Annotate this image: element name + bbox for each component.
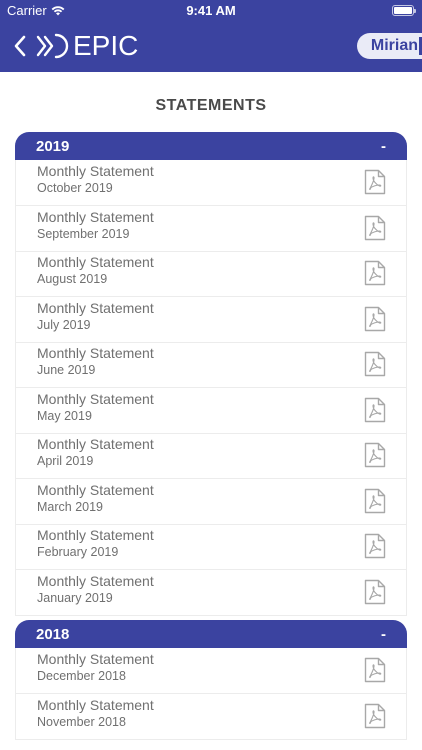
logo-text: EPIC <box>73 30 139 61</box>
pdf-file-icon[interactable] <box>364 351 386 377</box>
statement-row[interactable]: Monthly Statement November 2018 <box>15 694 407 740</box>
statement-title: Monthly Statement <box>37 527 154 543</box>
statement-row[interactable]: Monthly Statement August 2019 <box>15 251 407 297</box>
statement-date: September 2019 <box>37 227 130 241</box>
statement-row[interactable]: Monthly Statement December 2018 <box>15 648 407 694</box>
year-label: 2019 <box>36 137 70 155</box>
statement-row[interactable]: Monthly Statement June 2019 <box>15 342 407 388</box>
statement-title: Monthly Statement <box>37 254 154 270</box>
statement-title: Monthly Statement <box>37 345 154 361</box>
pdf-file-icon[interactable] <box>364 533 386 559</box>
statement-row[interactable]: Monthly Statement February 2019 <box>15 524 407 570</box>
statement-row[interactable]: Monthly Statement January 2019 <box>15 570 407 616</box>
nav-bar: EPIC Mirian <box>0 28 422 64</box>
pdf-file-icon[interactable] <box>364 397 386 423</box>
user-name-button[interactable]: Mirian <box>356 33 422 59</box>
statement-date: June 2019 <box>37 363 96 377</box>
pdf-file-icon[interactable] <box>364 703 386 729</box>
statement-row[interactable]: Monthly Statement September 2019 <box>15 206 407 252</box>
statement-date: April 2019 <box>37 454 94 468</box>
chevron-left-icon <box>14 35 26 57</box>
back-button[interactable] <box>8 32 32 60</box>
statement-title: Monthly Statement <box>37 300 154 316</box>
epic-logo-mark-icon <box>36 33 69 59</box>
status-bar: Carrier 9:41 AM <box>0 0 422 22</box>
statement-title: Monthly Statement <box>37 697 154 713</box>
statement-date: August 2019 <box>37 272 108 286</box>
pdf-file-icon[interactable] <box>364 488 386 514</box>
statement-date: November 2018 <box>37 715 126 729</box>
battery-icon <box>392 5 416 16</box>
statement-title: Monthly Statement <box>37 651 154 667</box>
pdf-file-icon[interactable] <box>364 442 386 468</box>
statement-row[interactable]: Monthly Statement May 2019 <box>15 388 407 434</box>
pdf-file-icon[interactable] <box>364 215 386 241</box>
statement-date: February 2019 <box>37 545 119 559</box>
statement-row[interactable]: Monthly Statement April 2019 <box>15 433 407 479</box>
status-time: 9:41 AM <box>186 3 236 18</box>
collapse-toggle[interactable]: - <box>381 138 386 155</box>
battery-level <box>394 7 412 14</box>
statement-date: January 2019 <box>37 591 113 605</box>
epic-logo: EPIC <box>36 31 138 61</box>
collapse-toggle[interactable]: - <box>381 626 386 643</box>
pdf-file-icon[interactable] <box>364 169 386 195</box>
statement-date: July 2019 <box>37 318 91 332</box>
year-label: 2018 <box>36 625 70 643</box>
statement-title: Monthly Statement <box>37 209 154 225</box>
pdf-file-icon[interactable] <box>364 260 386 286</box>
statement-date: March 2019 <box>37 500 104 514</box>
page-title: STATEMENTS <box>155 97 267 114</box>
app-header: Carrier 9:41 AM EPIC Mirian <box>0 0 422 72</box>
pdf-file-icon[interactable] <box>364 657 386 683</box>
statement-date: December 2018 <box>37 669 126 683</box>
statement-date: October 2019 <box>37 181 113 195</box>
statement-title: Monthly Statement <box>37 482 154 498</box>
statement-date: May 2019 <box>37 409 92 423</box>
statement-title: Monthly Statement <box>37 163 154 179</box>
pdf-file-icon[interactable] <box>364 579 386 605</box>
statement-title: Monthly Statement <box>37 391 154 407</box>
statement-row[interactable]: Monthly Statement March 2019 <box>15 479 407 525</box>
statement-title: Monthly Statement <box>37 436 154 452</box>
year-header-2019[interactable]: 2019 - <box>15 132 407 160</box>
year-header-2018[interactable]: 2018 - <box>15 620 407 648</box>
pdf-file-icon[interactable] <box>364 306 386 332</box>
statement-title: Monthly Statement <box>37 573 154 589</box>
statement-row[interactable]: Monthly Statement October 2019 <box>15 160 407 206</box>
statement-row[interactable]: Monthly Statement July 2019 <box>15 297 407 343</box>
